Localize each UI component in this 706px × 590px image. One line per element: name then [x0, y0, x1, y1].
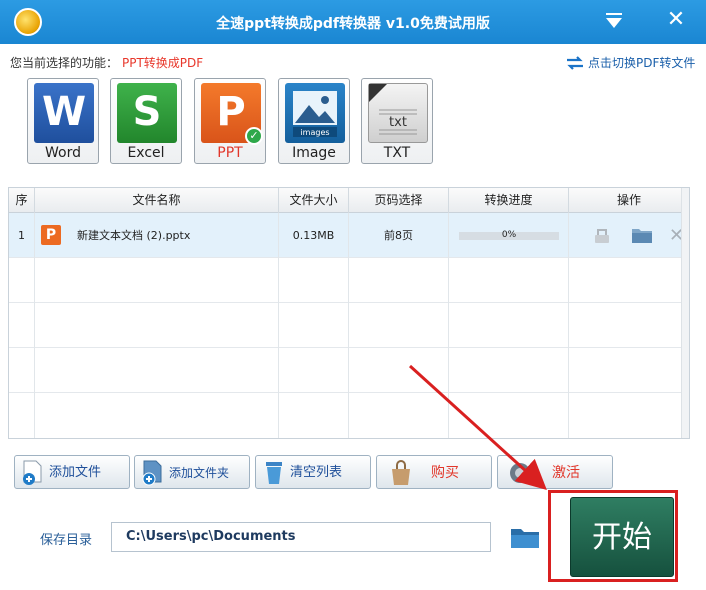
table-header: 序 文件名称 文件大小 页码选择 转换进度 操作	[9, 188, 689, 213]
add-file-button[interactable]: 添加文件	[14, 455, 130, 489]
clear-list-button[interactable]: 清空列表	[255, 455, 371, 489]
add-file-icon	[23, 460, 42, 485]
save-dir-input[interactable]: C:\Users\pc\Documents	[111, 522, 491, 552]
selected-check-icon: ✓	[245, 127, 263, 145]
empty-row	[9, 258, 689, 303]
format-caption: Word	[45, 145, 81, 161]
header-filename: 文件名称	[35, 188, 279, 213]
header-index: 序	[9, 188, 35, 213]
table-row[interactable]: 1 P 新建文本文档 (2).pptx 0.13MB 前8页 0% ✕	[9, 213, 689, 258]
row-progress-cell: 0%	[449, 213, 569, 258]
switch-mode-label: 点击切换PDF转文件	[588, 56, 696, 70]
add-file-label: 添加文件	[49, 465, 102, 480]
format-caption: Excel	[127, 145, 165, 161]
row-filename-cell: P 新建文本文档 (2).pptx	[35, 213, 279, 258]
window-title: 全速ppt转换成pdf转换器 v1.0免费试用版	[216, 16, 490, 32]
empty-row	[9, 303, 689, 348]
current-function-label: 您当前选择的功能：	[10, 56, 119, 70]
activate-button[interactable]: 激活	[497, 455, 613, 489]
buy-button[interactable]: 购买	[376, 455, 492, 489]
format-caption: TXT	[383, 145, 411, 161]
add-folder-label: 添加文件夹	[169, 466, 230, 480]
start-button[interactable]: 开始	[570, 497, 674, 577]
format-button-image[interactable]: images Image	[278, 78, 350, 164]
shopping-bag-icon	[392, 460, 410, 485]
format-caption: PPT	[217, 145, 243, 161]
activate-key-icon	[510, 463, 530, 483]
table-scrollbar[interactable]	[681, 188, 689, 438]
row-filesize: 0.13MB	[279, 213, 349, 258]
clear-list-label: 清空列表	[290, 465, 343, 480]
progress-text: 0%	[501, 230, 517, 240]
empty-row	[9, 348, 689, 393]
close-icon[interactable]: ✕	[664, 8, 688, 32]
activate-label: 激活	[552, 465, 580, 481]
add-folder-button[interactable]: 添加文件夹	[134, 455, 250, 489]
current-function-value: PPT转换成PDF	[122, 56, 204, 70]
browse-folder-icon[interactable]	[510, 526, 540, 550]
format-button-txt[interactable]: txt TXT	[361, 78, 433, 164]
header-filesize: 文件大小	[279, 188, 349, 213]
dropdown-menu-icon[interactable]	[604, 12, 624, 30]
save-dir-label: 保存目录	[40, 533, 93, 548]
image-badge-text: images	[300, 128, 329, 137]
format-caption: Image	[292, 145, 336, 161]
format-button-excel[interactable]: S Excel	[110, 78, 182, 164]
swap-arrows-icon	[567, 55, 583, 70]
excel-icon: S	[117, 83, 177, 143]
header-page-range: 页码选择	[349, 188, 449, 213]
title-bar: 全速ppt转换成pdf转换器 v1.0免费试用版 ✕	[0, 0, 706, 44]
format-button-word[interactable]: W Word	[27, 78, 99, 164]
empty-row	[9, 393, 689, 438]
switch-mode-link[interactable]: 点击切换PDF转文件	[566, 54, 695, 71]
header-actions: 操作	[616, 193, 641, 207]
header-progress: 转换进度	[449, 188, 569, 213]
file-table: 序 文件名称 文件大小 页码选择 转换进度 操作 1 P 新建文本文档 (2).…	[8, 187, 690, 439]
add-folder-icon	[142, 460, 162, 486]
row-index: 1	[9, 213, 35, 258]
format-button-ppt[interactable]: P ✓ PPT	[194, 78, 266, 164]
image-icon: images	[285, 83, 345, 143]
trash-icon	[266, 462, 282, 484]
txt-badge-text: txt	[389, 115, 407, 130]
buy-label: 购买	[431, 465, 459, 481]
row-page-range[interactable]: 前8页	[349, 213, 449, 258]
word-icon: W	[34, 83, 94, 143]
open-file-icon[interactable]	[593, 227, 611, 245]
open-folder-icon[interactable]	[631, 226, 653, 244]
txt-icon: txt	[368, 83, 428, 143]
row-filename: 新建文本文档 (2).pptx	[77, 229, 191, 242]
row-actions-cell: ✕	[569, 213, 689, 258]
pptx-file-icon: P	[41, 225, 61, 245]
